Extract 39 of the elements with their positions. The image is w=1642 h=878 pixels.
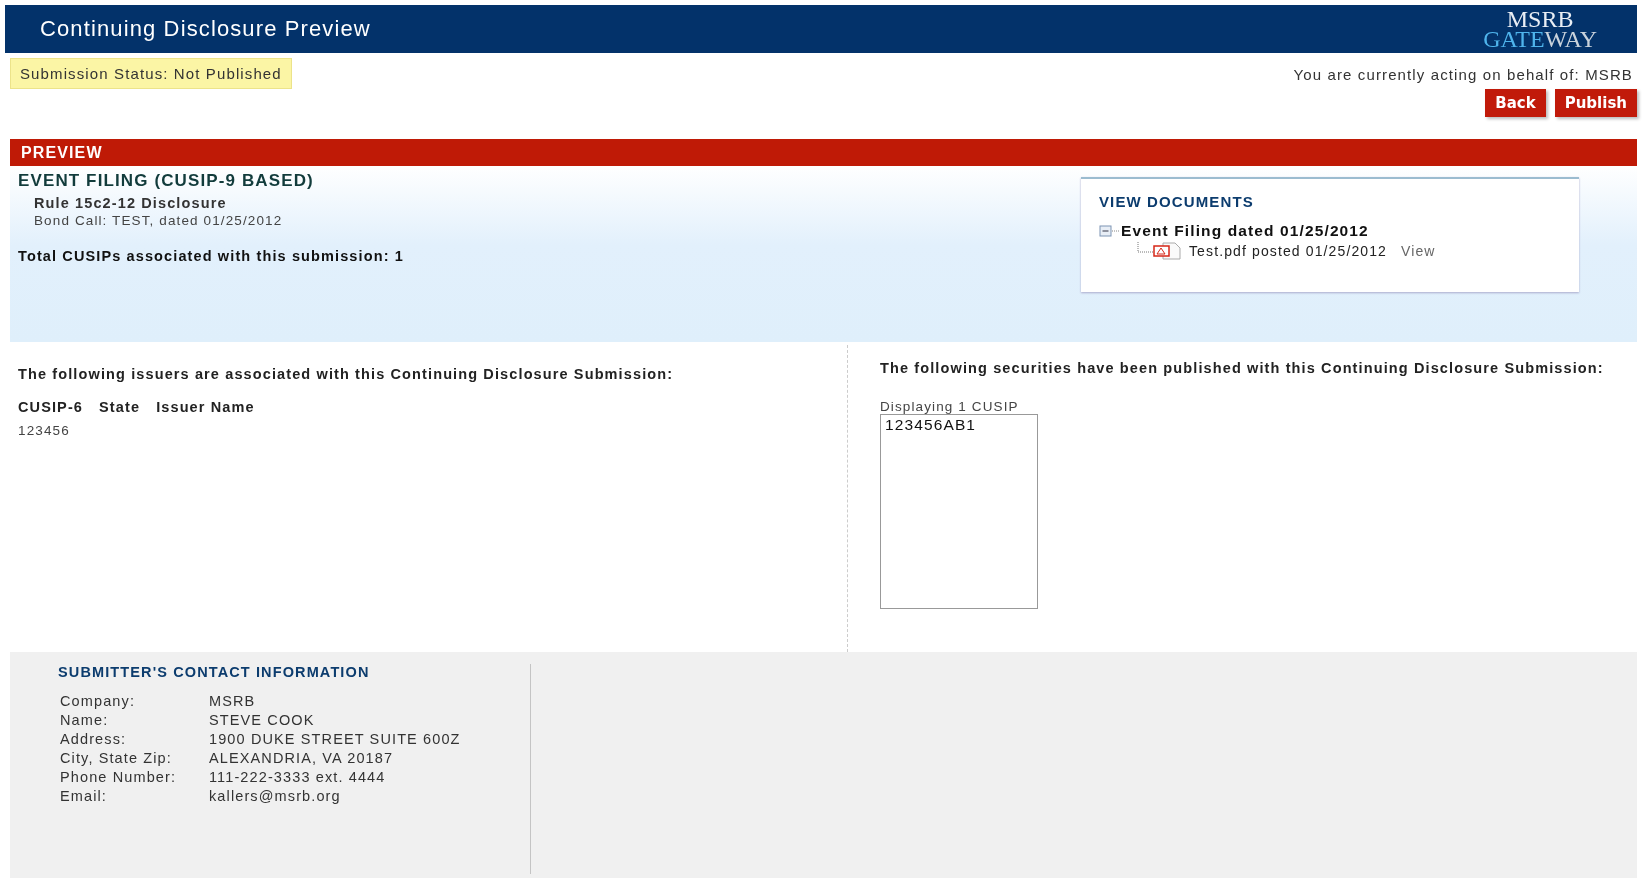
logo: MSRB GATEWAY xyxy=(1483,9,1597,49)
section-bar: PREVIEW xyxy=(10,139,1637,166)
file-name: Test.pdf posted 01/25/2012 xyxy=(1189,243,1388,259)
column-header: CUSIP-6 xyxy=(18,399,100,415)
securities-heading: The following securities have been published with this Continuing Disclosure Submission: xyxy=(880,359,1605,377)
field-value: kallers@msrb.org xyxy=(209,787,342,806)
tree-node-label[interactable]: Event Filing dated 01/25/2012 xyxy=(1121,222,1369,240)
issuers-heading: The following issuers are associated with this Continuing Disclosure Submission: xyxy=(18,365,675,383)
collapse-icon[interactable] xyxy=(1099,225,1121,237)
page-title: Continuing Disclosure Preview xyxy=(40,16,371,42)
acting-on-behalf-text: You are currently acting on behalf of: MSRB xyxy=(1293,66,1634,83)
column-header: Issuer Name xyxy=(156,399,256,415)
cusip-list[interactable]: 123456AB1 xyxy=(880,414,1038,609)
filing-detail: Bond Call: TEST, dated 01/25/2012 xyxy=(34,213,284,228)
documents-heading: VIEW DOCUMENTS xyxy=(1099,193,1255,210)
field-label: Name: xyxy=(60,711,209,730)
field-value: ALEXANDRIA, VA 20187 xyxy=(209,749,395,768)
cusip-count: Displaying 1 CUSIP xyxy=(880,399,1020,414)
contact-heading: SUBMITTER'S CONTACT INFORMATION xyxy=(58,664,371,680)
field-value: MSRB xyxy=(209,692,257,711)
field-value: 1900 DUKE STREET SUITE 600Z xyxy=(209,730,462,749)
table-cell-text: 123456 xyxy=(18,422,71,438)
view-link[interactable]: View xyxy=(1401,243,1436,259)
field-value: STEVE COOK xyxy=(209,711,316,730)
total-cusips-text: Total CUSIPs associated with this submission: 1 xyxy=(18,248,404,264)
field-label: Company: xyxy=(60,692,137,711)
pdf-file-icon xyxy=(1137,242,1181,260)
field-value: 111-222-3333 ext. 4444 xyxy=(209,768,387,787)
field-label: City, State Zip: xyxy=(60,749,209,768)
list-item[interactable]: 123456AB1 xyxy=(885,416,1033,434)
field-label: Address: xyxy=(60,730,128,749)
field-label: Phone Number: xyxy=(60,768,178,787)
submission-status: Submission Status: Not Published xyxy=(10,58,292,89)
filing-heading: EVENT FILING (CUSIP-9 BASED) xyxy=(18,171,315,191)
filing-subheading: Rule 15c2-12 Disclosure xyxy=(34,195,228,211)
publish-button[interactable]: Publish xyxy=(1554,89,1637,117)
back-button[interactable]: Back xyxy=(1485,89,1546,117)
field-label: Email: xyxy=(60,787,209,806)
column-header: State xyxy=(99,399,142,415)
